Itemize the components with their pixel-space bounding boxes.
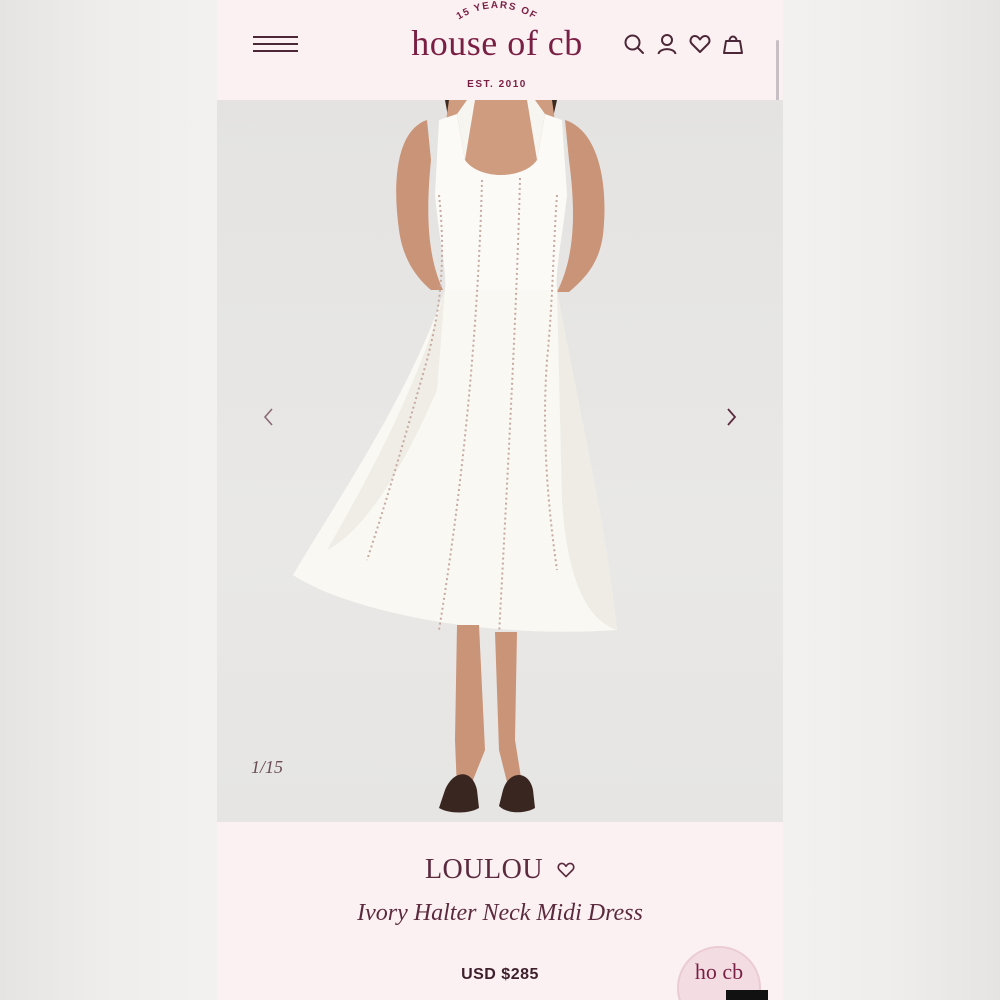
add-to-wishlist-button[interactable] [557, 861, 575, 879]
logo-wordmark: house of cb [411, 23, 583, 63]
chevron-left-icon [263, 408, 273, 426]
account-icon[interactable] [656, 32, 678, 56]
chat-button[interactable] [726, 990, 768, 1000]
site-logo[interactable]: 15 YEARS OF house of cb EST. 2010 [397, 0, 597, 100]
product-title: Ivory Halter Neck Midi Dress [357, 900, 643, 926]
gallery-prev-button[interactable] [259, 405, 279, 429]
badge-text: ho cb [694, 959, 744, 984]
app-window: 15 YEARS OF house of cb EST. 2010 1/15 L… [217, 0, 783, 1000]
menu-line [253, 50, 298, 52]
header-actions [623, 32, 744, 56]
product-brand: LOULOU [424, 854, 544, 885]
gallery-next-button[interactable] [721, 405, 741, 429]
menu-button[interactable] [253, 36, 298, 53]
brand-row: LOULOU [217, 854, 783, 886]
product-photo [293, 100, 617, 813]
menu-line [253, 36, 298, 38]
chevron-right-icon [727, 408, 737, 426]
product-info: LOULOU Ivory Halter Neck Midi Dress USD … [217, 822, 783, 1000]
gallery-counter: 1/15 [251, 757, 284, 777]
bag-icon[interactable] [722, 32, 744, 56]
heart-icon [557, 862, 575, 878]
logo-arc-label: 15 YEARS OF [455, 0, 538, 22]
svg-text:15 YEARS OF: 15 YEARS OF [455, 0, 540, 22]
site-header: 15 YEARS OF house of cb EST. 2010 [217, 0, 783, 100]
wishlist-icon[interactable] [689, 32, 711, 56]
menu-line [253, 43, 298, 45]
product-image-gallery[interactable]: 1/15 [217, 100, 783, 822]
search-icon[interactable] [623, 32, 645, 56]
logo-established: EST. 2010 [467, 79, 527, 90]
